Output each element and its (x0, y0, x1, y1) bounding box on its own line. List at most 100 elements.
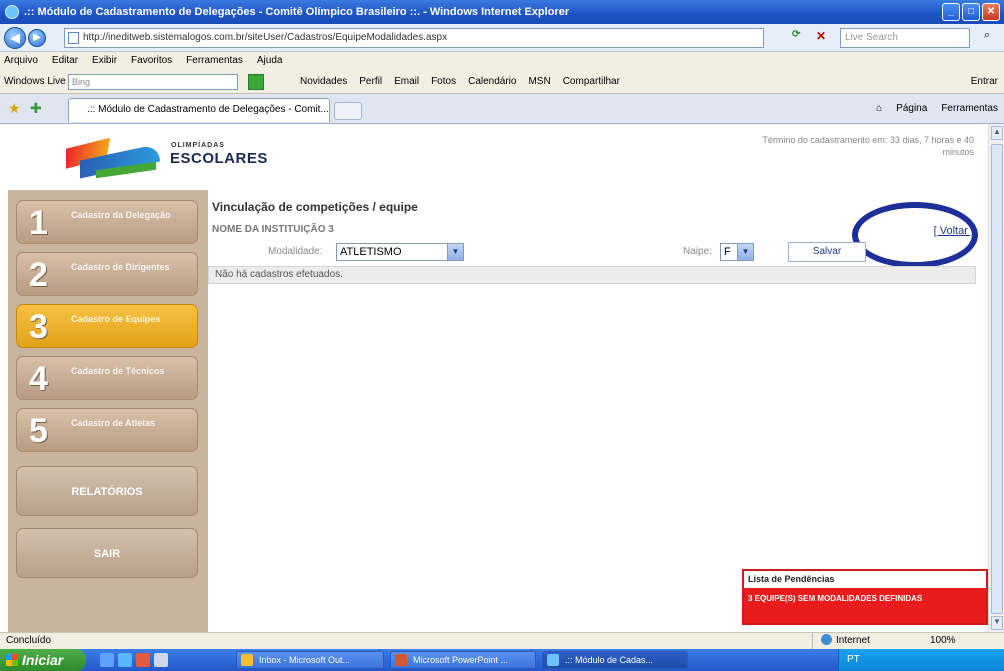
link-compartilhar[interactable]: Compartilhar (563, 70, 620, 94)
status-bar: Concluído Internet 100% (0, 632, 1004, 649)
naipe-label: Naipe: (683, 246, 712, 257)
search-input[interactable]: Live Search (840, 28, 970, 48)
scroll-down-icon[interactable]: ▼ (991, 616, 1003, 630)
page-title: Vinculação de competições / equipe (212, 200, 418, 214)
naipe-select[interactable]: F ▼ (720, 243, 754, 261)
link-calendario[interactable]: Calendário (468, 70, 516, 94)
tab-active[interactable]: .:: Módulo de Cadastramento de Delegaçõe… (68, 98, 330, 122)
start-label: Iniciar (22, 652, 64, 668)
menu-editar[interactable]: Editar (52, 52, 78, 70)
filter-form: Modalidade: ATLETISMO ▼ Naipe: F ▼ Salva… (208, 242, 980, 262)
sidebar-item-dirigentes[interactable]: 2 Cadastro de Dirigentes (16, 252, 198, 296)
menu-exibir[interactable]: Exibir (92, 52, 117, 70)
windows-live-label[interactable]: Windows Live (4, 70, 66, 94)
window-title-bar: .:: Módulo de Cadastramento de Delegaçõe… (0, 0, 1004, 24)
link-email[interactable]: Email (394, 70, 419, 94)
search-icon[interactable]: ⌕ (976, 29, 998, 47)
window-title: .:: Módulo de Cadastramento de Delegaçõe… (24, 6, 570, 18)
ie-quicklaunch-icon[interactable] (118, 653, 132, 667)
taskbar: Iniciar Inbox - Microsoft Out... Microso… (0, 649, 1004, 671)
empty-message: Não há cadastros efetuados. (208, 266, 976, 284)
globe-icon (821, 634, 832, 645)
link-perfil[interactable]: Perfil (359, 70, 382, 94)
scroll-up-icon[interactable]: ▲ (991, 126, 1003, 140)
step-number: 2 (29, 256, 48, 294)
favorites-star-icon[interactable]: ★ (8, 100, 21, 117)
sair-button[interactable]: SAIR (16, 528, 198, 578)
pendencias-title: Lista de Pendências (748, 574, 835, 584)
url-field[interactable]: http://ineditweb.sistemalogos.com.br/sit… (64, 28, 764, 48)
ie-icon (5, 5, 19, 19)
minimize-button[interactable]: _ (942, 3, 960, 21)
close-button[interactable]: ✕ (982, 3, 1000, 21)
menu-ferramentas[interactable]: Ferramentas (186, 52, 243, 70)
add-favorites-icon[interactable]: ✚ (30, 100, 42, 117)
sidebar-item-atletas[interactable]: 5 Cadastro de Atletas (16, 408, 198, 452)
windows-live-toolbar: Windows Live Bing Novidades Perfil Email… (0, 70, 1004, 94)
taskbar-powerpoint[interactable]: Microsoft PowerPoint ... (390, 651, 536, 669)
new-tab-button[interactable] (334, 102, 362, 120)
language-indicator[interactable]: PT (847, 654, 860, 665)
sidebar-item-label: Cadastro de Técnicos (71, 366, 165, 376)
tool-ferramentas[interactable]: Ferramentas (941, 94, 998, 124)
link-fotos[interactable]: Fotos (431, 70, 456, 94)
maximize-button[interactable]: □ (962, 3, 980, 21)
bing-go-button[interactable] (248, 74, 264, 90)
page-viewport: OLIMPÍADAS ESCOLARES Término do cadastra… (0, 124, 988, 632)
back-button[interactable]: ◀ (4, 27, 26, 49)
taskbar-button-label: Microsoft PowerPoint ... (413, 655, 509, 665)
bing-search-input[interactable]: Bing (68, 74, 238, 90)
system-tray: PT (838, 649, 1004, 671)
vertical-scrollbar[interactable]: ▲ ▼ (988, 124, 1004, 632)
step-number: 5 (29, 412, 48, 450)
sidebar-item-label: Cadastro de Dirigentes (71, 262, 170, 272)
page-icon (68, 32, 79, 44)
taskbar-button-label: Inbox - Microsoft Out... (259, 655, 351, 665)
window-controls: _ □ ✕ (942, 3, 1000, 21)
security-zone: Internet (812, 633, 902, 649)
olimpiadas-escolares-logo[interactable]: OLIMPÍADAS ESCOLARES (66, 131, 267, 180)
start-button[interactable]: Iniciar (0, 649, 86, 671)
home-icon[interactable]: ⌂ (876, 94, 882, 124)
modalidade-label: Modalidade: (268, 246, 323, 257)
modalidade-select[interactable]: ATLETISMO ▼ (336, 243, 464, 261)
tool-pagina[interactable]: Página (896, 94, 927, 124)
show-desktop-icon[interactable] (100, 653, 114, 667)
menu-bar: Arquivo Editar Exibir Favoritos Ferramen… (0, 52, 1004, 70)
site-header: OLIMPÍADAS ESCOLARES Término do cadastra… (8, 124, 980, 190)
sidebar-item-label: Cadastro da Delegação (71, 210, 171, 220)
link-msn[interactable]: MSN (528, 70, 550, 94)
pendencia-item[interactable]: 3 EQUIPE(S) SEM MODALIDADES DEFINIDAS (744, 588, 986, 623)
media-quicklaunch-icon[interactable] (136, 653, 150, 667)
chevron-down-icon: ▼ (737, 244, 753, 260)
taskbar-ie[interactable]: .:: Módulo de Cadas... (542, 651, 688, 669)
pendencias-panel: Lista de Pendências 3 EQUIPE(S) SEM MODA… (742, 569, 988, 625)
salvar-button[interactable]: Salvar (788, 242, 866, 262)
status-text: Concluído (6, 635, 52, 646)
sidebar-item-tecnicos[interactable]: 4 Cadastro de Técnicos (16, 356, 198, 400)
relatorios-button[interactable]: RELATÓRIOS (16, 466, 198, 516)
outlook-quicklaunch-icon[interactable] (154, 653, 168, 667)
logo-text-bottom: ESCOLARES (170, 150, 268, 167)
entrar-link[interactable]: Entrar (971, 70, 998, 94)
sidebar-item-delegacao[interactable]: 1 Cadastro da Delegação (16, 200, 198, 244)
sidebar: 1 Cadastro da Delegação 2 Cadastro de Di… (8, 190, 208, 632)
zoom-level[interactable]: 100% (930, 633, 956, 649)
menu-arquivo[interactable]: Arquivo (4, 52, 38, 70)
stop-icon[interactable]: ✕ (816, 29, 832, 45)
taskbar-outlook[interactable]: Inbox - Microsoft Out... (236, 651, 384, 669)
chevron-down-icon: ▼ (447, 244, 463, 260)
modalidade-value: ATLETISMO (340, 246, 402, 258)
institution-name: NOME DA INSTITUIÇÃO 3 (212, 224, 334, 235)
step-number: 3 (29, 308, 48, 346)
scroll-thumb[interactable] (991, 144, 1003, 614)
sidebar-item-equipes[interactable]: 3 Cadastro de Equipes (16, 304, 198, 348)
menu-favoritos[interactable]: Favoritos (131, 52, 172, 70)
url-text: http://ineditweb.sistemalogos.com.br/sit… (83, 32, 448, 43)
link-novidades[interactable]: Novidades (300, 70, 347, 94)
menu-ajuda[interactable]: Ajuda (257, 52, 283, 70)
taskbar-button-label: .:: Módulo de Cadas... (565, 655, 654, 665)
forward-button[interactable]: ▶ (28, 29, 46, 47)
naipe-value: F (724, 246, 731, 258)
address-bar: ◀ ▶ http://ineditweb.sistemalogos.com.br… (0, 24, 1004, 52)
